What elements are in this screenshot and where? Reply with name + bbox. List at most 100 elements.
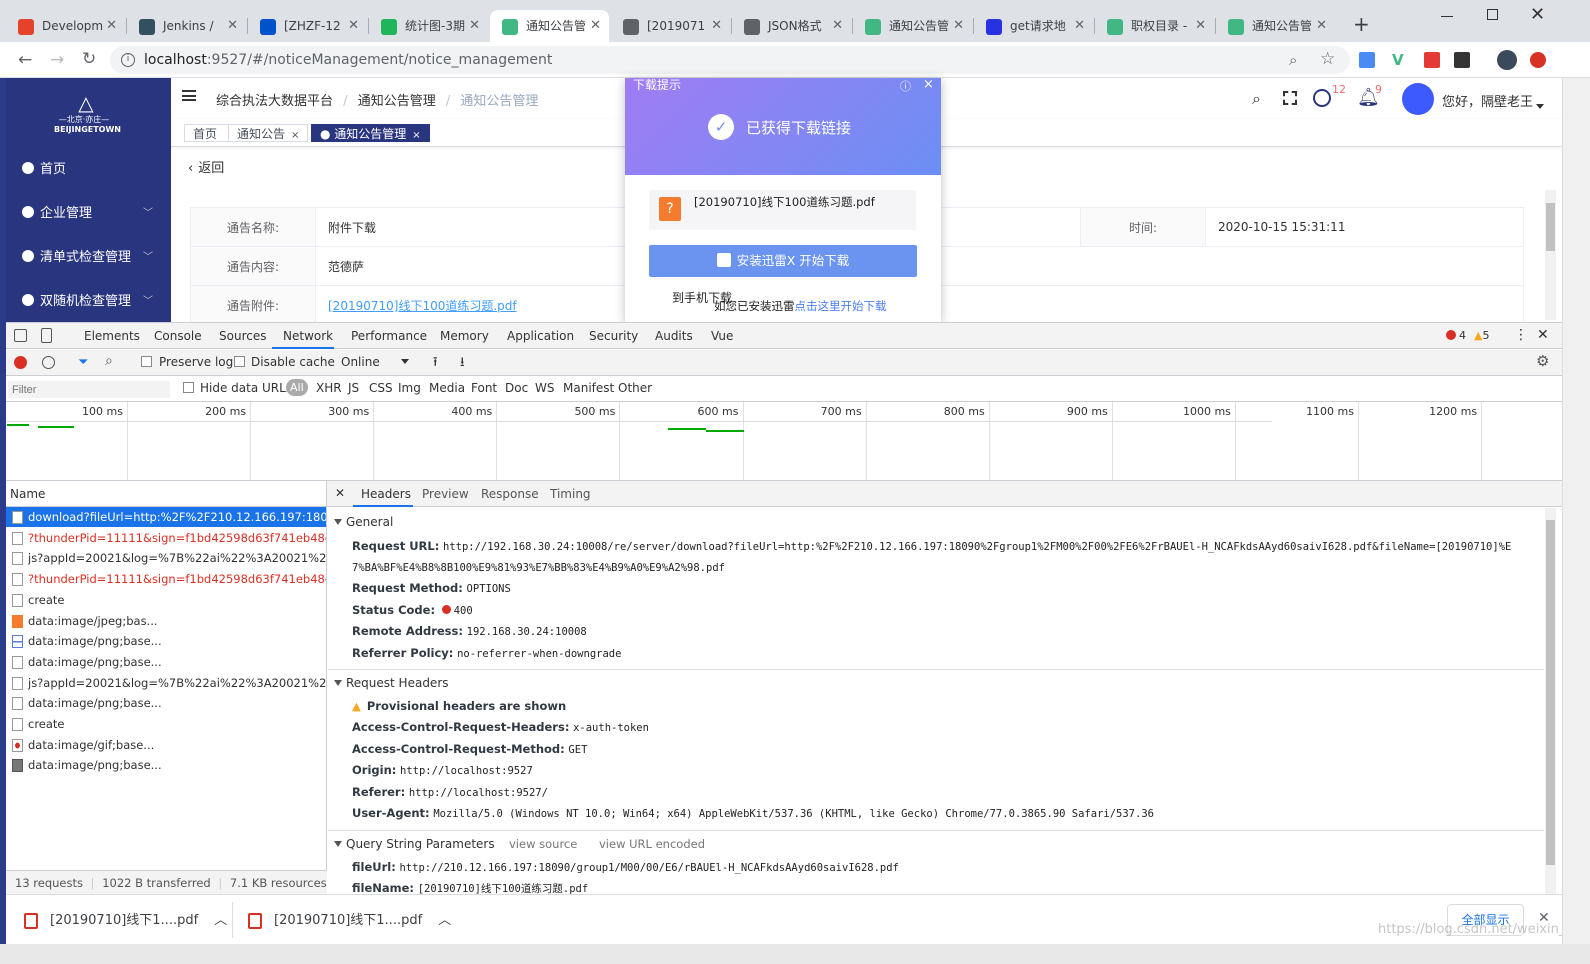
request-headers-toggle[interactable]: Request Headers	[334, 676, 449, 690]
clear-icon[interactable]	[42, 356, 55, 369]
popup-info-icon[interactable]: ⓘ	[900, 78, 911, 94]
install-download-button[interactable]: 安装迅雷X 开始下载	[649, 245, 917, 277]
breadcrumb-item[interactable]: 综合执法大数据平台	[216, 94, 333, 109]
close-tab-icon[interactable]: ✕	[1316, 10, 1327, 42]
preserve-log-checkbox[interactable]	[141, 356, 152, 367]
request-row[interactable]: create	[6, 714, 326, 734]
hide-data-urls-checkbox[interactable]	[183, 382, 194, 393]
devtools-tab[interactable]: Application	[507, 329, 574, 343]
close-tag-icon[interactable]: ×	[291, 130, 299, 141]
fe-ext-icon[interactable]	[1424, 52, 1440, 68]
throttle-select[interactable]: Online	[341, 355, 380, 369]
detail-tab-preview[interactable]: Preview	[422, 487, 469, 501]
close-tab-icon[interactable]: ✕	[1074, 10, 1085, 42]
vue-devtools-ext-icon[interactable]: V	[1392, 51, 1404, 69]
type-filter-font[interactable]: Font	[471, 381, 497, 395]
browser-tab[interactable]: JSON格式 ✕	[732, 10, 851, 42]
request-row[interactable]: js?appId=20021&log=%7B%22ai%22%3A20021%2…	[6, 548, 326, 568]
inspect-element-icon[interactable]	[14, 329, 27, 342]
request-row[interactable]: create	[6, 590, 326, 610]
settings-gear-icon[interactable]: ⚙	[1536, 352, 1549, 370]
minimize-button[interactable]	[1441, 16, 1453, 17]
close-window-button[interactable]: ✕	[1530, 4, 1545, 25]
disable-cache-checkbox[interactable]	[234, 356, 245, 367]
close-tab-icon[interactable]: ✕	[1195, 10, 1206, 42]
download-item[interactable]: [20190710]线下1....pdf ︿	[248, 904, 451, 938]
request-row[interactable]: ?thunderPid=11111&sign=f1bd42598d63f741e…	[6, 569, 326, 589]
close-tab-icon[interactable]: ✕	[832, 10, 843, 42]
chevron-up-icon[interactable]: ︿	[214, 913, 227, 928]
request-row[interactable]: data:image/png;base...	[6, 652, 326, 672]
forward-nav-icon[interactable]: →	[50, 50, 64, 70]
type-filter-all[interactable]: All	[286, 379, 308, 396]
close-tab-icon[interactable]: ✕	[106, 10, 117, 42]
type-filter-ws[interactable]: WS	[535, 381, 554, 395]
close-tab-icon[interactable]: ✕	[590, 10, 601, 42]
close-tab-icon[interactable]: ✕	[953, 10, 964, 42]
device-toolbar-icon[interactable]	[41, 328, 52, 343]
info-icon[interactable]: i	[121, 53, 135, 67]
request-row[interactable]: data:image/jpeg;bas...	[6, 611, 326, 631]
view-url-encoded-link[interactable]: view URL encoded	[599, 837, 705, 851]
view-source-link[interactable]: view source	[509, 837, 577, 851]
detail-scrollbar-thumb[interactable]	[1546, 520, 1555, 865]
bookmark-star-icon[interactable]: ☆	[1320, 49, 1335, 69]
close-tab-icon[interactable]: ✕	[469, 10, 480, 42]
close-detail-icon[interactable]: ✕	[335, 486, 345, 500]
close-tab-icon[interactable]: ✕	[711, 10, 722, 42]
devtools-tab[interactable]: Audits	[655, 329, 693, 343]
browser-tab[interactable]: 通知公告管 ✕	[1216, 10, 1335, 42]
avatar[interactable]	[1402, 83, 1434, 115]
devtools-tab[interactable]: Vue	[711, 329, 733, 343]
browser-tab[interactable]: 通知公告管 ✕	[853, 10, 972, 42]
query-params-toggle[interactable]: Query String Parameters	[334, 837, 495, 851]
devtools-tab[interactable]: Memory	[440, 329, 489, 343]
tag-view-item[interactable]: 首页	[184, 124, 233, 142]
breadcrumb-item[interactable]: 通知公告管理	[358, 94, 436, 109]
devtools-tab[interactable]: Network	[283, 329, 333, 343]
chevron-up-icon[interactable]: ︿	[438, 913, 451, 928]
warning-count[interactable]: ▲5	[1474, 329, 1489, 342]
record-button[interactable]	[14, 356, 27, 369]
devtools-tab[interactable]: Sources	[219, 329, 266, 343]
sidebar-item[interactable]: 清单式检查管理 ﹀	[0, 236, 171, 280]
maximize-button[interactable]	[1487, 9, 1498, 20]
type-filter-doc[interactable]: Doc	[505, 381, 528, 395]
new-tab-button[interactable]: +	[1353, 12, 1370, 36]
devtools-tab[interactable]: Security	[589, 329, 638, 343]
detail-tab-timing[interactable]: Timing	[550, 487, 591, 501]
browser-tab[interactable]: 统计图-3期 ✕	[369, 10, 488, 42]
update-icon[interactable]	[1530, 52, 1546, 68]
browser-tab[interactable]: [2019071 ✕	[611, 10, 730, 42]
filter-icon[interactable]: ⏷	[78, 355, 88, 370]
browser-tab[interactable]: 职权目录 - ✕	[1095, 10, 1214, 42]
close-tab-icon[interactable]: ✕	[227, 10, 238, 42]
type-filter-js[interactable]: JS	[348, 381, 359, 395]
request-row[interactable]: js?appId=20021&log=%7B%22ai%22%3A20021%2…	[6, 673, 326, 693]
browser-tab[interactable]: Jenkins / ✕	[127, 10, 246, 42]
close-tag-icon[interactable]: ×	[412, 130, 420, 141]
sidebar-item[interactable]: 首页	[0, 148, 171, 192]
filter-input[interactable]	[8, 381, 170, 398]
search-icon[interactable]: ⌕	[1252, 89, 1261, 109]
devtools-tab[interactable]: Performance	[351, 329, 427, 343]
devtools-tab[interactable]: Console	[154, 329, 202, 343]
sidebar-item[interactable]: 双随机检查管理 ﹀	[0, 280, 171, 324]
zoom-icon[interactable]: ⌕	[1289, 51, 1297, 69]
devtools-menu-icon[interactable]: ⋮	[1514, 327, 1528, 343]
back-link[interactable]: ‹ 返回	[188, 157, 224, 176]
tag-view-item[interactable]: ● 通知公告管理 ×	[311, 124, 430, 142]
type-filter-css[interactable]: CSS	[369, 381, 393, 395]
close-tab-icon[interactable]: ✕	[348, 10, 359, 42]
browser-tab[interactable]: 通知公告管 ✕	[490, 10, 609, 42]
user-caret-icon[interactable]	[1536, 104, 1544, 109]
user-greeting[interactable]: 您好，隔壁老王	[1442, 91, 1533, 110]
request-row[interactable]: ?thunderPid=11111&sign=f1bd42598d63f741e…	[6, 528, 326, 548]
ext-icon[interactable]	[1454, 52, 1470, 68]
search-network-icon[interactable]: ⌕	[105, 353, 113, 369]
type-filter-xhr[interactable]: XHR	[316, 381, 342, 395]
error-count[interactable]: 4	[1446, 329, 1466, 342]
reload-icon[interactable]: ↻	[82, 49, 96, 69]
browser-tab[interactable]: Developm ✕	[6, 10, 125, 42]
chevron-down-icon[interactable]	[401, 359, 409, 364]
